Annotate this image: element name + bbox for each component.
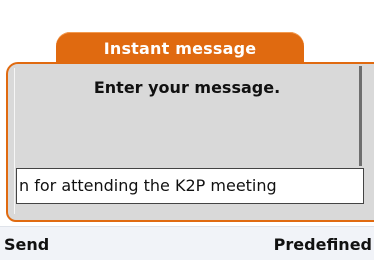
instant-message-screen: Instant message Enter your message. n fo… xyxy=(0,0,374,260)
softkey-bar: Send Predefined xyxy=(0,226,374,260)
vertical-scrollbar[interactable] xyxy=(359,66,362,166)
tab-title: Instant message xyxy=(103,38,257,58)
tab-instant-message[interactable]: Instant message xyxy=(56,32,304,64)
send-button[interactable]: Send xyxy=(4,235,49,254)
predefined-button[interactable]: Predefined xyxy=(274,235,372,254)
prompt-label: Enter your message. xyxy=(93,78,281,97)
message-input[interactable]: n for attending the K2P meeting xyxy=(16,168,364,204)
